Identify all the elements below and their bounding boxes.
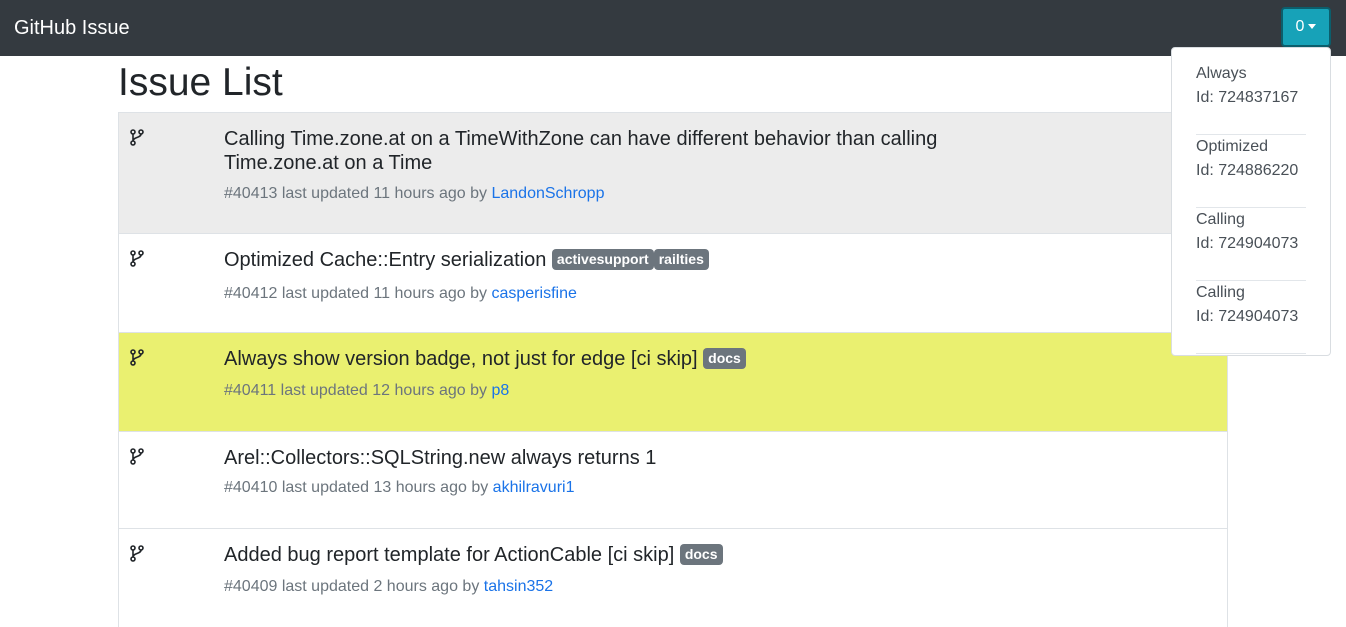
issue-title[interactable]: Added bug report template for ActionCabl…: [224, 543, 984, 567]
issue-meta: #40409 last updated 2 hours ago by tahsi…: [224, 577, 553, 597]
issue-author-link[interactable]: p8: [491, 382, 509, 399]
issue-author-link[interactable]: akhilravuri1: [493, 479, 575, 496]
issue-author-link[interactable]: tahsin352: [484, 578, 553, 595]
issue-title[interactable]: Calling Time.zone.at on a TimeWithZone c…: [224, 127, 984, 175]
issue-row[interactable]: Calling Time.zone.at on a TimeWithZone c…: [119, 113, 1227, 234]
navbar: GitHub Issue 0: [0, 0, 1346, 56]
page-title: Issue List: [118, 61, 283, 104]
brand-title[interactable]: GitHub Issue: [14, 16, 130, 40]
dropdown-item[interactable]: Optimized Id: 724886220: [1196, 135, 1306, 208]
issue-title[interactable]: Optimized Cache::Entry serialization act…: [224, 248, 984, 272]
issue-title[interactable]: Arel::Collectors::SQLString.new always r…: [224, 446, 984, 470]
issue-title-text: Optimized Cache::Entry serialization: [224, 249, 547, 271]
issue-title-text: Calling Time.zone.at on a TimeWithZone c…: [224, 128, 938, 174]
issue-title[interactable]: Always show version badge, not just for …: [224, 347, 984, 371]
dropdown-item-name: Always: [1196, 65, 1247, 82]
caret-down-icon: [1308, 24, 1317, 29]
dropdown-item-id: Id: 724904073: [1196, 308, 1299, 325]
git-branch-icon: [130, 250, 144, 267]
issue-label: railties: [653, 249, 709, 270]
dropdown-item[interactable]: Calling Id: 724904073: [1196, 208, 1306, 281]
issue-title-text: Always show version badge, not just for …: [224, 348, 698, 370]
git-branch-icon: [130, 349, 144, 366]
issue-list: Calling Time.zone.at on a TimeWithZone c…: [118, 112, 1228, 627]
issue-meta: #40410 last updated 13 hours ago by akhi…: [224, 478, 574, 498]
dropdown-item-name: Optimized: [1196, 138, 1269, 155]
issue-label: activesupport: [551, 249, 654, 270]
issue-row[interactable]: Optimized Cache::Entry serialization act…: [119, 234, 1227, 333]
issue-title-text: Added bug report template for ActionCabl…: [224, 544, 675, 566]
dropdown-item-name: Calling: [1196, 284, 1245, 301]
issue-meta-text: #40410 last updated 13 hours ago by: [224, 479, 489, 496]
issue-author-link[interactable]: casperisfine: [491, 285, 576, 302]
issue-label: docs: [703, 348, 746, 369]
issue-meta-text: #40413 last updated 11 hours ago by: [224, 185, 488, 202]
counter-dropdown-button[interactable]: 0: [1281, 7, 1331, 47]
counter-value: 0: [1295, 18, 1305, 35]
issue-title-text: Arel::Collectors::SQLString.new always r…: [224, 447, 657, 469]
issue-row[interactable]: Arel::Collectors::SQLString.new always r…: [119, 432, 1227, 529]
issue-meta: #40411 last updated 12 hours ago by p8: [224, 381, 509, 401]
git-branch-icon: [130, 448, 144, 465]
issue-meta: #40413 last updated 11 hours ago by Land…: [224, 184, 604, 204]
dropdown-item-id: Id: 724904073: [1196, 235, 1299, 252]
dropdown-item-name: Calling: [1196, 211, 1245, 228]
dropdown-item-id: Id: 724886220: [1196, 162, 1299, 179]
dropdown-item[interactable]: Always Id: 724837167: [1196, 62, 1306, 135]
issue-meta-text: #40411 last updated 12 hours ago by: [224, 382, 488, 399]
issue-row[interactable]: Added bug report template for ActionCabl…: [119, 529, 1227, 627]
issue-meta-text: #40409 last updated 2 hours ago by: [224, 578, 480, 595]
dropdown-item[interactable]: Calling Id: 724904073: [1196, 281, 1306, 354]
issue-label: docs: [679, 544, 723, 565]
issue-author-link[interactable]: LandonSchropp: [491, 185, 604, 202]
dropdown-item-id: Id: 724837167: [1196, 89, 1299, 106]
git-branch-icon: [130, 545, 144, 562]
counter-dropdown-menu: Always Id: 724837167 Optimized Id: 72488…: [1171, 47, 1331, 356]
git-branch-icon: [130, 129, 144, 146]
issue-row[interactable]: Always show version badge, not just for …: [119, 333, 1227, 432]
issue-meta: #40412 last updated 11 hours ago by casp…: [224, 284, 577, 304]
issue-meta-text: #40412 last updated 11 hours ago by: [224, 285, 488, 302]
